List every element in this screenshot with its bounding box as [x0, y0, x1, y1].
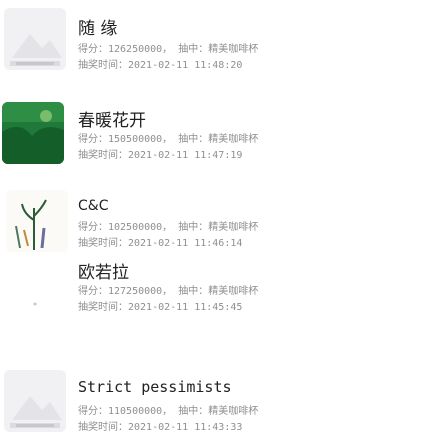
user-name: Strict pessimists: [78, 378, 232, 396]
green-photo-icon: [2, 102, 64, 164]
score-value: 126250000，: [108, 44, 173, 55]
mountain-placeholder-icon: [4, 370, 66, 432]
user-name: C&C: [78, 198, 109, 214]
list-item: 春暖花开 得分：150500000， 抽中：精美咖啡杯 抽奖时间：2021-02…: [0, 88, 431, 174]
list-item: 随 缘 得分：126250000， 抽中：精美咖啡杯 抽奖时间：2021-02-…: [0, 0, 431, 86]
avatar: [2, 102, 64, 164]
draw-label: 抽中：: [178, 134, 209, 145]
user-name: 欧若拉: [78, 263, 129, 283]
time-line: 抽奖时间：2021-02-11 11:43:33: [78, 418, 242, 433]
score-value: 127250000，: [108, 286, 173, 297]
user-name: 随 缘: [78, 19, 118, 39]
time-line: 抽奖时间：2021-02-11 11:47:19: [78, 146, 242, 161]
score-value: 110500000，: [108, 406, 173, 417]
time-value: 2021-02-11 11:43:33: [128, 422, 243, 433]
prize-value: 精美咖啡杯: [208, 44, 259, 55]
score-line: 得分：126250000， 抽中：精美咖啡杯: [78, 40, 258, 55]
score-line: 得分：127250000， 抽中：精美咖啡杯: [78, 282, 258, 297]
time-line: 抽奖时间：2021-02-11 11:45:45: [78, 298, 242, 313]
draw-label: 抽中：: [178, 222, 209, 233]
avatar: [4, 8, 66, 70]
lottery-record-list: 随 缘 得分：126250000， 抽中：精美咖啡杯 抽奖时间：2021-02-…: [0, 0, 431, 445]
draw-label: 抽中：: [178, 44, 209, 55]
score-line: 得分：102500000， 抽中：精美咖啡杯: [78, 218, 258, 233]
score-label: 得分：: [78, 134, 108, 145]
score-line: 得分：110500000， 抽中：精美咖啡杯: [78, 402, 258, 417]
score-line: 得分：150500000， 抽中：精美咖啡杯: [78, 130, 258, 145]
time-label: 抽奖时间：: [78, 302, 128, 313]
time-line: 抽奖时间：2021-02-11 11:48:20: [78, 56, 242, 71]
prize-value: 精美咖啡杯: [208, 222, 259, 233]
mountain-placeholder-icon: [4, 8, 66, 70]
time-value: 2021-02-11 11:48:20: [128, 60, 243, 71]
list-item: Strict pessimists 得分：110500000， 抽中：精美咖啡杯…: [0, 352, 431, 438]
user-name: 春暖花开: [78, 111, 146, 131]
score-label: 得分：: [78, 406, 108, 417]
avatar: [4, 278, 66, 340]
score-label: 得分：: [78, 286, 108, 297]
score-label: 得分：: [78, 222, 108, 233]
time-line: 抽奖时间：2021-02-11 11:46:14: [78, 234, 242, 249]
avatar: [4, 370, 66, 432]
list-item: C&C 得分：102500000， 抽中：精美咖啡杯 抽奖时间：2021-02-…: [0, 176, 431, 262]
blank-avatar-icon: [4, 278, 66, 340]
prize-value: 精美咖啡杯: [208, 286, 259, 297]
time-label: 抽奖时间：: [78, 60, 128, 71]
prize-value: 精美咖啡杯: [208, 134, 259, 145]
time-value: 2021-02-11 11:47:19: [128, 150, 243, 161]
time-value: 2021-02-11 11:46:14: [128, 238, 243, 249]
list-item: 欧若拉 得分：127250000， 抽中：精美咖啡杯 抽奖时间：2021-02-…: [0, 263, 431, 350]
avatar: [6, 190, 68, 252]
prize-value: 精美咖啡杯: [208, 406, 259, 417]
time-label: 抽奖时间：: [78, 422, 128, 433]
plant-drawing-icon: [6, 190, 68, 252]
score-label: 得分：: [78, 44, 108, 55]
draw-label: 抽中：: [178, 406, 209, 417]
draw-label: 抽中：: [178, 286, 209, 297]
score-value: 150500000，: [108, 134, 173, 145]
time-label: 抽奖时间：: [78, 150, 128, 161]
time-label: 抽奖时间：: [78, 238, 128, 249]
time-value: 2021-02-11 11:45:45: [128, 302, 243, 313]
score-value: 102500000，: [108, 222, 173, 233]
